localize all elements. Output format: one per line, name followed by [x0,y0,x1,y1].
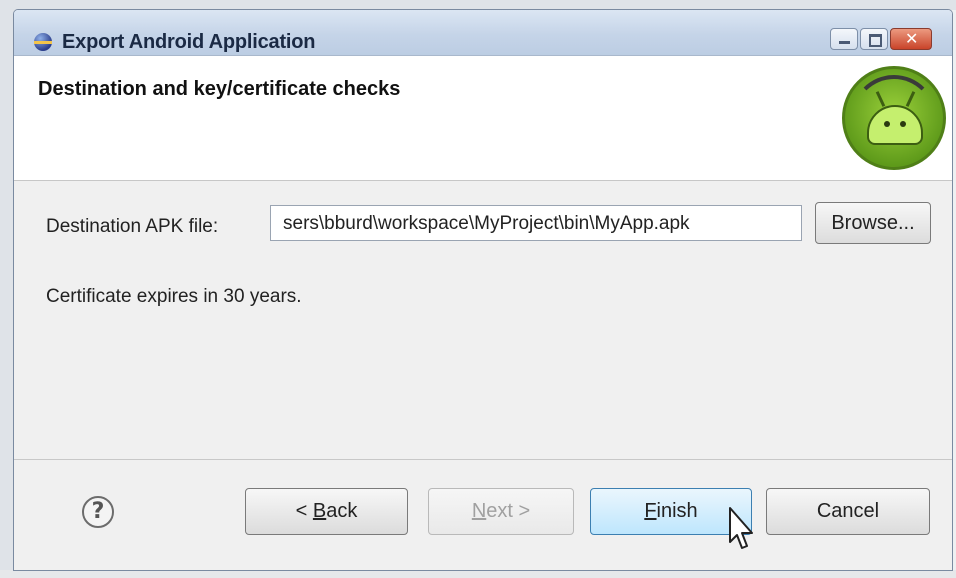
android-eye-left [884,121,890,127]
next-mnemonic: N [471,500,487,522]
back-button[interactable]: < Back [245,488,408,535]
finish-mnemonic: F [644,500,657,522]
finish-rest: inish [656,500,698,522]
background-window-left-edge [0,0,14,578]
certificate-status: Certificate expires in 30 years. [46,286,302,307]
android-logo-icon [842,66,946,170]
maximize-button[interactable] [860,28,888,50]
wizard-header: Destination and key/certificate checks [14,56,952,181]
back-prefix: < [295,500,313,522]
footer-divider [14,459,952,460]
next-rest: ext > [486,500,531,522]
page-title: Destination and key/certificate checks [38,78,401,100]
eclipse-icon [34,33,52,51]
destination-apk-input[interactable]: sers\bburd\workspace\MyProject\bin\MyApp… [270,205,802,241]
window-title: Export Android Application [62,31,316,53]
close-button[interactable] [890,28,932,50]
title-bar[interactable]: Export Android Application [14,10,952,56]
back-rest: ack [326,500,358,522]
back-mnemonic: B [312,500,327,522]
help-icon[interactable]: ? [82,496,114,528]
mouse-pointer-icon [729,507,753,549]
destination-label: Destination APK file: [46,216,219,237]
minimize-button[interactable] [830,28,858,50]
background-window-bottom-edge [0,570,956,578]
cancel-button[interactable]: Cancel [766,488,930,535]
next-button[interactable]: Next > [428,488,574,535]
android-eye-right [900,121,906,127]
export-android-dialog: Export Android Application Destination a… [13,9,953,571]
browse-button[interactable]: Browse... [815,202,931,244]
